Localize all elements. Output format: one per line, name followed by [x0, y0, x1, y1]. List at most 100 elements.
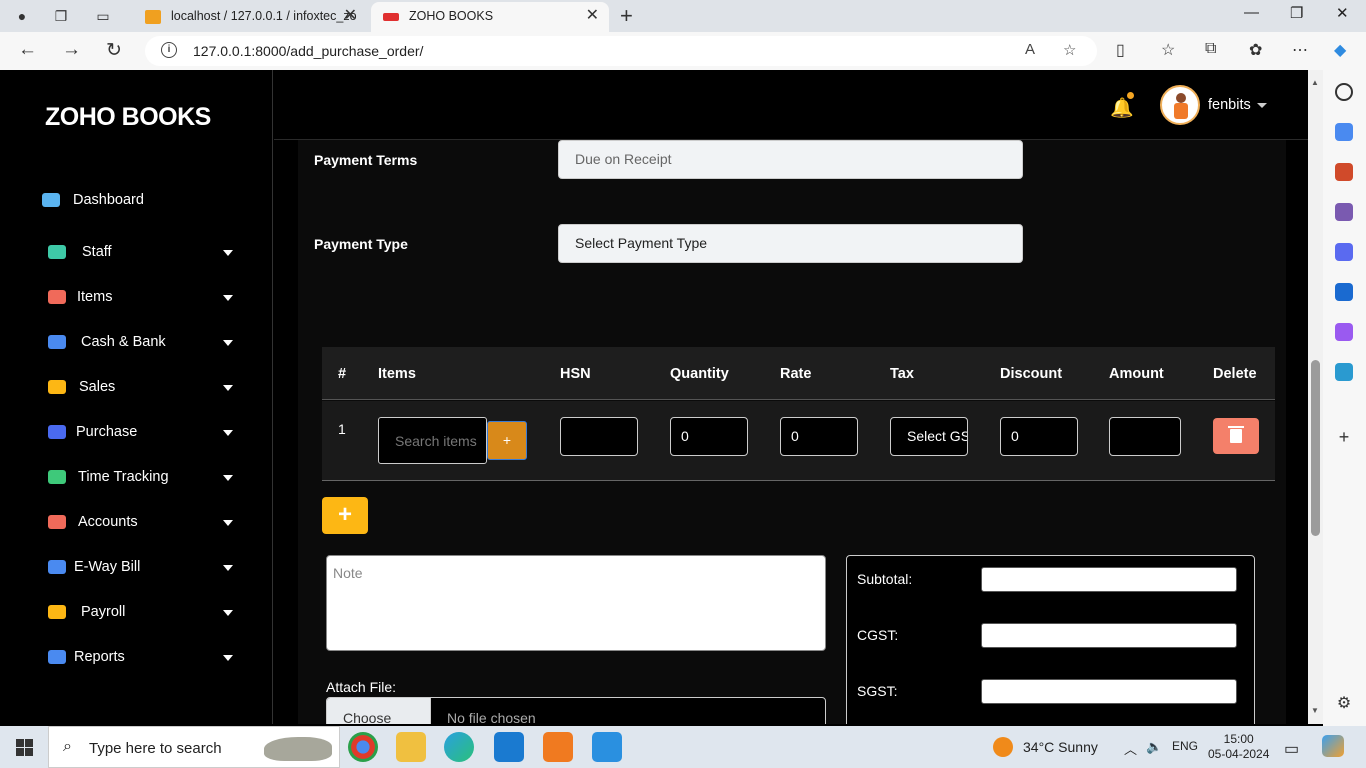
system-clock[interactable]: 15:00 05-04-2024: [1208, 732, 1269, 762]
add-row-button[interactable]: +: [322, 497, 368, 534]
tax-select[interactable]: Select GST: [890, 417, 968, 456]
choose-file-button[interactable]: Choose File: [327, 698, 431, 724]
page-scrollbar[interactable]: ▲ ▼: [1308, 70, 1323, 724]
amount-input[interactable]: [1109, 417, 1181, 456]
avatar[interactable]: [1160, 85, 1200, 125]
file-input[interactable]: Choose File No file chosen: [326, 697, 826, 724]
discount-input[interactable]: 0: [1000, 417, 1078, 456]
file-explorer-icon[interactable]: [396, 732, 426, 762]
sidebar-item-reports[interactable]: Reports: [48, 646, 233, 672]
sidebar-item-items[interactable]: Items: [48, 286, 233, 312]
scroll-up-icon[interactable]: ▲: [1311, 78, 1319, 87]
chevron-down-icon[interactable]: [223, 385, 233, 391]
shopping-tag-icon[interactable]: [1335, 123, 1353, 141]
tab-zoho-books[interactable]: ZOHO BOOKS ✕: [371, 2, 609, 32]
user-menu-caret-icon[interactable]: [1257, 103, 1267, 108]
close-window-icon[interactable]: ✕: [1336, 4, 1349, 22]
outlook-icon[interactable]: [1335, 283, 1353, 301]
photos-app-icon[interactable]: [592, 732, 622, 762]
subtotal-input[interactable]: [981, 567, 1237, 592]
designer-icon[interactable]: [1335, 323, 1353, 341]
site-info-icon[interactable]: i: [161, 42, 177, 58]
rate-input[interactable]: 0: [780, 417, 858, 456]
sgst-input[interactable]: [981, 679, 1237, 704]
edge-app-icon[interactable]: [444, 732, 474, 762]
delete-row-button[interactable]: [1213, 418, 1259, 454]
scrollbar-thumb[interactable]: [1311, 360, 1320, 536]
refresh-icon[interactable]: ↻: [106, 39, 122, 62]
drop-icon[interactable]: [1335, 363, 1353, 381]
hsn-input[interactable]: [560, 417, 638, 456]
games-icon[interactable]: [1335, 203, 1353, 221]
tools-icon[interactable]: [1335, 163, 1353, 181]
windows-start-icon[interactable]: [16, 739, 33, 756]
tab-actions-icon[interactable]: ▭: [92, 5, 114, 27]
note-textarea[interactable]: Note: [326, 555, 826, 651]
sidebar-item-accounts[interactable]: Accounts: [48, 511, 233, 537]
weather-sun-icon[interactable]: [993, 737, 1013, 757]
chevron-down-icon[interactable]: [223, 565, 233, 571]
cgst-input[interactable]: [981, 623, 1237, 648]
add-item-button[interactable]: +: [487, 421, 527, 460]
chrome-app-icon[interactable]: [348, 732, 378, 762]
url-field[interactable]: i 127.0.0.1:8000/add_purchase_order/ A ☆: [145, 36, 1097, 66]
sidebar-item-cash-bank[interactable]: Cash & Bank: [48, 331, 233, 357]
chevron-down-icon[interactable]: [223, 340, 233, 346]
new-tab-icon[interactable]: +: [620, 3, 633, 29]
sidebar-item-e-way-bill[interactable]: E-Way Bill: [48, 556, 233, 582]
chevron-down-icon[interactable]: [223, 610, 233, 616]
payment-type-select[interactable]: Select Payment Type: [558, 224, 1023, 263]
more-menu-icon[interactable]: ⋯: [1292, 40, 1308, 60]
chevron-down-icon[interactable]: [223, 295, 233, 301]
volume-icon[interactable]: 🔈: [1146, 739, 1162, 755]
file-status: No file chosen: [447, 710, 536, 724]
xampp-app-icon[interactable]: [543, 732, 573, 762]
favorite-star-icon[interactable]: ☆: [1063, 41, 1076, 59]
search-icon[interactable]: [1335, 83, 1353, 101]
sidebar-item-purchase[interactable]: Purchase: [48, 421, 233, 447]
username[interactable]: fenbits: [1208, 97, 1251, 113]
vscode-app-icon[interactable]: [494, 732, 524, 762]
favorites-icon[interactable]: ☆: [1161, 40, 1175, 60]
chevron-down-icon[interactable]: [223, 655, 233, 661]
split-screen-icon[interactable]: ▯: [1116, 40, 1125, 60]
payment-terms-select[interactable]: Due on Receipt: [558, 140, 1023, 179]
sidebar-item-payroll[interactable]: Payroll: [48, 601, 233, 627]
quantity-input[interactable]: 0: [670, 417, 748, 456]
language-indicator[interactable]: ENG: [1172, 739, 1198, 753]
minimize-icon[interactable]: —: [1244, 4, 1259, 21]
chevron-down-icon[interactable]: [223, 250, 233, 256]
office-icon[interactable]: [1335, 243, 1353, 261]
sidebar-item-dashboard[interactable]: Dashboard: [42, 189, 227, 215]
workspaces-icon[interactable]: ❐: [50, 5, 72, 27]
settings-gear-icon[interactable]: ⚙: [1335, 695, 1353, 713]
close-tab-icon[interactable]: ✕: [586, 2, 599, 30]
taskbar-search[interactable]: ⌕ Type here to search: [48, 726, 340, 768]
sidebar-item-staff[interactable]: Staff: [48, 241, 233, 267]
tab-phpmyadmin[interactable]: localhost / 127.0.0.1 / infoxtec_zo ✕: [133, 2, 367, 32]
scroll-down-icon[interactable]: ▼: [1311, 706, 1319, 715]
sidebar-item-sales[interactable]: Sales: [48, 376, 233, 402]
forward-icon[interactable]: →: [62, 39, 81, 61]
chevron-down-icon[interactable]: [223, 430, 233, 436]
add-sidebar-app-icon[interactable]: +: [1335, 428, 1353, 446]
read-aloud-icon[interactable]: A: [1025, 41, 1035, 58]
weather-text[interactable]: 34°C Sunny: [1023, 739, 1098, 755]
brand-logo[interactable]: ZOHO BOOKS: [45, 103, 211, 132]
profile-icon[interactable]: ●: [11, 5, 33, 27]
copilot-taskbar-icon[interactable]: [1322, 735, 1344, 757]
chevron-down-icon[interactable]: [223, 520, 233, 526]
extensions-icon[interactable]: ✿: [1249, 40, 1262, 60]
chevron-down-icon[interactable]: [223, 475, 233, 481]
item-search-input[interactable]: Search items: [378, 417, 487, 464]
notification-bell-icon[interactable]: 🔔: [1110, 96, 1134, 120]
card-icon: [48, 605, 66, 619]
sidebar-item-time-tracking[interactable]: Time Tracking: [48, 466, 233, 492]
notifications-icon[interactable]: ▭: [1284, 739, 1299, 759]
copilot-icon[interactable]: ◆: [1334, 40, 1346, 60]
restore-icon[interactable]: ❐: [1290, 4, 1303, 22]
tray-chevron-icon[interactable]: ︿: [1124, 739, 1137, 758]
close-tab-icon[interactable]: ✕: [344, 2, 357, 30]
collections-icon[interactable]: ⧉: [1205, 40, 1216, 58]
back-icon[interactable]: ←: [18, 39, 37, 61]
